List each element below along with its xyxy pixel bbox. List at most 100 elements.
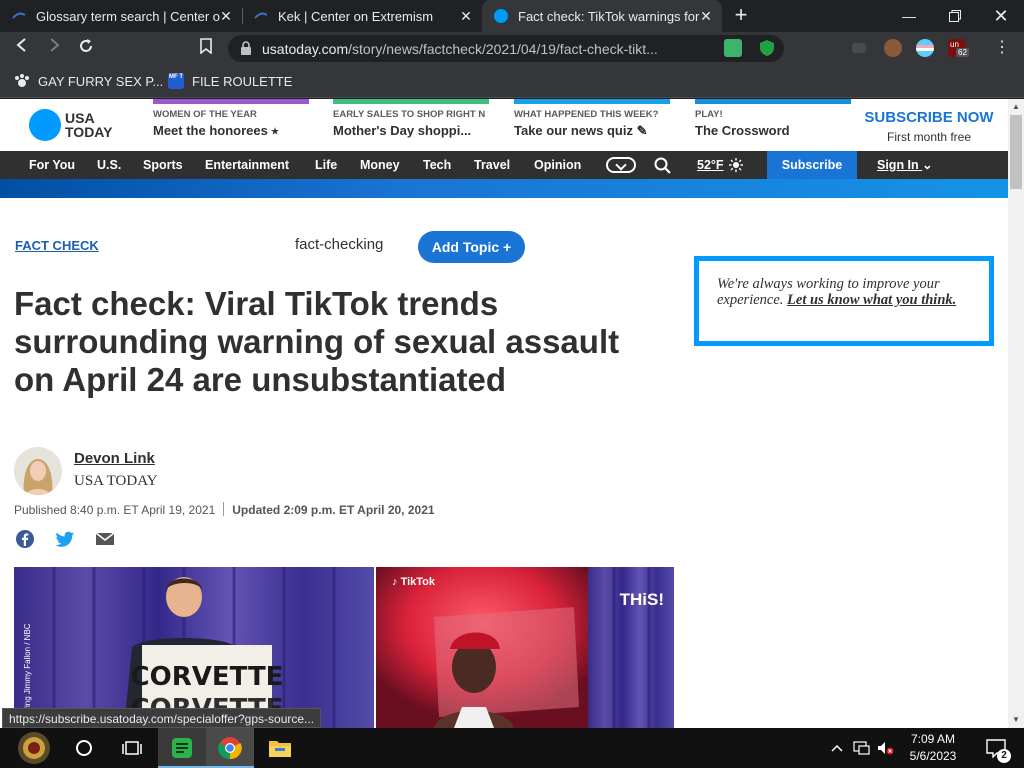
chevron-down-icon: ⌄ xyxy=(922,158,933,172)
chrome-icon xyxy=(218,737,242,760)
start-button[interactable] xyxy=(6,728,62,768)
scroll-up-arrow-icon[interactable]: ▲ xyxy=(1008,100,1024,114)
browser-toolbar: usatoday.com/story/news/factcheck/2021/0… xyxy=(0,32,1024,64)
taskbar-app-explorer[interactable] xyxy=(256,728,304,768)
sign-in-link[interactable]: Sign In ⌄ xyxy=(877,151,933,179)
profile-avatar-icon[interactable] xyxy=(884,39,902,57)
back-arrow-icon xyxy=(16,38,26,52)
address-bar[interactable]: usatoday.com/story/news/factcheck/2021/0… xyxy=(228,35,784,62)
topic-label: fact-checking xyxy=(295,236,384,253)
restore-button[interactable] xyxy=(932,0,978,32)
extension-chat-icon[interactable] xyxy=(724,39,742,57)
clock-date: 5/6/2023 xyxy=(909,749,957,763)
nav-travel[interactable]: Travel xyxy=(474,151,510,179)
new-tab-button[interactable]: + xyxy=(730,4,752,26)
tab-glossary[interactable]: Glossary term search | Center o ✕ xyxy=(0,0,242,32)
facebook-share-icon[interactable] xyxy=(15,529,35,549)
action-center-button[interactable]: 2 xyxy=(976,728,1016,768)
search-icon[interactable] xyxy=(654,157,672,175)
usatoday-favicon-icon xyxy=(494,9,508,23)
promo-news-quiz[interactable]: WHAT HAPPENED THIS WEEK? Take our news q… xyxy=(514,99,670,151)
scroll-down-arrow-icon[interactable]: ▼ xyxy=(1008,713,1024,727)
web-page: USA TODAY WOMEN OF THE YEAR Meet the hon… xyxy=(0,99,1008,728)
ublock-extension-icon[interactable]: un 62 xyxy=(948,39,969,57)
scrollbar-thumb[interactable] xyxy=(1010,115,1022,189)
tab-kek[interactable]: Kek | Center on Extremism ✕ xyxy=(242,0,482,32)
network-icon[interactable] xyxy=(850,728,874,768)
task-view-icon xyxy=(122,741,142,755)
tiktok-brand: ♪ TikTok xyxy=(392,576,436,588)
start-emblem-icon xyxy=(18,732,50,764)
close-window-button[interactable]: ✕ xyxy=(978,0,1024,32)
nav-sports[interactable]: Sports xyxy=(143,151,183,179)
nav-opinion[interactable]: Opinion xyxy=(534,151,581,179)
forward-arrow-icon xyxy=(50,38,60,52)
browser-tab-bar: Glossary term search | Center o ✕ Kek | … xyxy=(0,0,1024,32)
tab-title: Fact check: TikTok warnings for xyxy=(518,8,700,24)
nav-life[interactable]: Life xyxy=(315,151,337,179)
article-hero-image[interactable]: CORVETTE CORVETTE starring Jimmy Fallon … xyxy=(14,567,674,728)
nav-money[interactable]: Money xyxy=(360,151,400,179)
reload-button[interactable] xyxy=(76,38,96,58)
promo-crossword[interactable]: PLAY! The Crossword xyxy=(695,99,851,151)
minimize-button[interactable]: — xyxy=(886,0,932,32)
article-headline: Fact check: Viral TikTok trends surround… xyxy=(14,285,620,398)
add-topic-button[interactable]: Add Topic + xyxy=(418,231,525,263)
url-path: /story/news/factcheck/2021/04/19/fact-ch… xyxy=(348,40,658,57)
date-divider xyxy=(223,502,225,516)
weather-temp[interactable]: 52°F xyxy=(697,151,724,179)
extension-badge: 62 xyxy=(956,48,969,57)
status-bar-url: https://subscribe.usatoday.com/specialof… xyxy=(2,708,322,728)
flag-extension-icon[interactable] xyxy=(916,39,934,57)
bookmarks-bar: GAY FURRY SEX P... MF T FILE ROULETTE xyxy=(0,64,1024,98)
site-header: USA TODAY WOMEN OF THE YEAR Meet the hon… xyxy=(0,99,1008,151)
close-tab-icon[interactable]: ✕ xyxy=(218,8,234,24)
adl-favicon-icon xyxy=(254,12,268,19)
nav-us[interactable]: U.S. xyxy=(97,151,121,179)
extension-grey-icon[interactable] xyxy=(852,43,866,53)
author-avatar[interactable] xyxy=(14,447,62,495)
close-tab-icon[interactable]: ✕ xyxy=(698,8,714,24)
bookmark-item[interactable]: MF T FILE ROULETTE xyxy=(168,73,292,89)
tab-title: Kek | Center on Extremism xyxy=(278,8,434,24)
updated-date: Updated 2:09 p.m. ET April 20, 2021 xyxy=(232,503,435,517)
shield-extension-icon[interactable] xyxy=(758,39,776,57)
promo-color-bar xyxy=(153,99,309,104)
bookmark-item[interactable]: GAY FURRY SEX P... xyxy=(14,73,163,89)
file-roulette-icon: MF T xyxy=(168,73,184,89)
task-view-button[interactable] xyxy=(108,728,156,768)
promo-mothers-day[interactable]: EARLY SALES TO SHOP RIGHT N Mother's Day… xyxy=(333,99,489,151)
bookmark-button[interactable] xyxy=(196,38,216,58)
page-scrollbar[interactable]: ▲ ▼ xyxy=(1008,99,1024,728)
tab-title: Glossary term search | Center o xyxy=(36,8,220,24)
feedback-link[interactable]: Let us know what you think. xyxy=(787,292,956,308)
author-name-link[interactable]: Devon Link xyxy=(74,450,155,467)
subscribe-now-link[interactable]: SUBSCRIBE NOW First month free xyxy=(860,109,998,144)
taskbar-app-chat[interactable] xyxy=(158,728,206,768)
show-hidden-icons-chevron-icon[interactable] xyxy=(826,728,848,768)
taskbar-app-chrome[interactable] xyxy=(206,728,254,768)
close-tab-icon[interactable]: ✕ xyxy=(458,8,474,24)
usatoday-logo-dot[interactable] xyxy=(29,109,61,141)
twitter-share-icon[interactable] xyxy=(55,529,75,549)
tab-fact-check[interactable]: Fact check: TikTok warnings for ✕ xyxy=(482,0,722,32)
promo-women-of-year[interactable]: WOMEN OF THE YEAR Meet the honorees ⭑ xyxy=(153,99,309,151)
promo-color-bar xyxy=(695,99,851,104)
nav-entertainment[interactable]: Entertainment xyxy=(205,151,289,179)
section-fact-check-link[interactable]: FACT CHECK xyxy=(15,238,99,253)
promo-color-bar xyxy=(514,99,670,104)
cortana-search-button[interactable] xyxy=(60,728,108,768)
nav-subscribe-button[interactable]: Subscribe xyxy=(767,151,857,179)
nav-for-you[interactable]: For You xyxy=(29,151,75,179)
nav-more-chevron-icon[interactable] xyxy=(606,157,636,173)
forward-button[interactable] xyxy=(44,38,64,58)
email-share-icon[interactable] xyxy=(95,529,115,549)
nav-tech[interactable]: Tech xyxy=(423,151,451,179)
volume-muted-icon[interactable] xyxy=(874,728,898,768)
browser-menu-icon[interactable]: ⋮ xyxy=(992,38,1012,58)
green-chat-app-icon xyxy=(172,738,192,758)
system-clock[interactable]: 7:09 AM 5/6/2023 xyxy=(898,731,968,765)
usatoday-logo-text[interactable]: USA TODAY xyxy=(65,111,112,139)
paw-icon xyxy=(15,74,29,87)
back-button[interactable] xyxy=(12,38,32,58)
